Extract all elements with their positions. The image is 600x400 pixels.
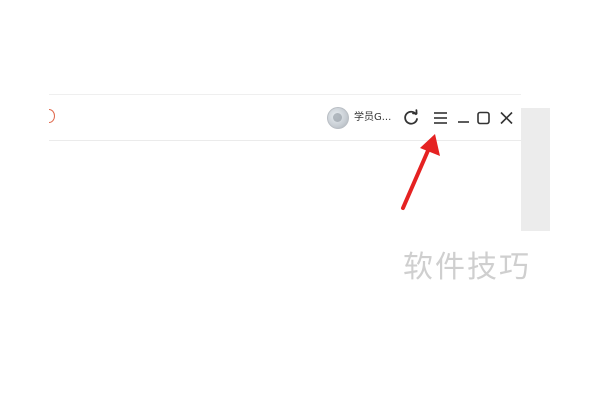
maximize-icon[interactable]	[475, 108, 493, 128]
side-panel-strip	[521, 108, 550, 231]
red-pointer-arrow-icon	[390, 130, 450, 215]
browser-title-bar	[49, 94, 521, 141]
minimize-icon[interactable]	[455, 108, 473, 128]
close-icon[interactable]	[498, 108, 516, 128]
username-label[interactable]: 学员G...	[354, 111, 391, 125]
hamburger-menu-icon[interactable]	[432, 108, 450, 128]
refresh-icon[interactable]	[402, 108, 420, 128]
user-avatar-icon[interactable]	[327, 107, 349, 129]
screenshot-stage: 学员G... 软件技巧	[0, 0, 600, 400]
watermark-text: 软件技巧	[403, 250, 531, 285]
tab-close-fragment-icon[interactable]	[49, 109, 55, 125]
page-content-area	[49, 141, 521, 231]
